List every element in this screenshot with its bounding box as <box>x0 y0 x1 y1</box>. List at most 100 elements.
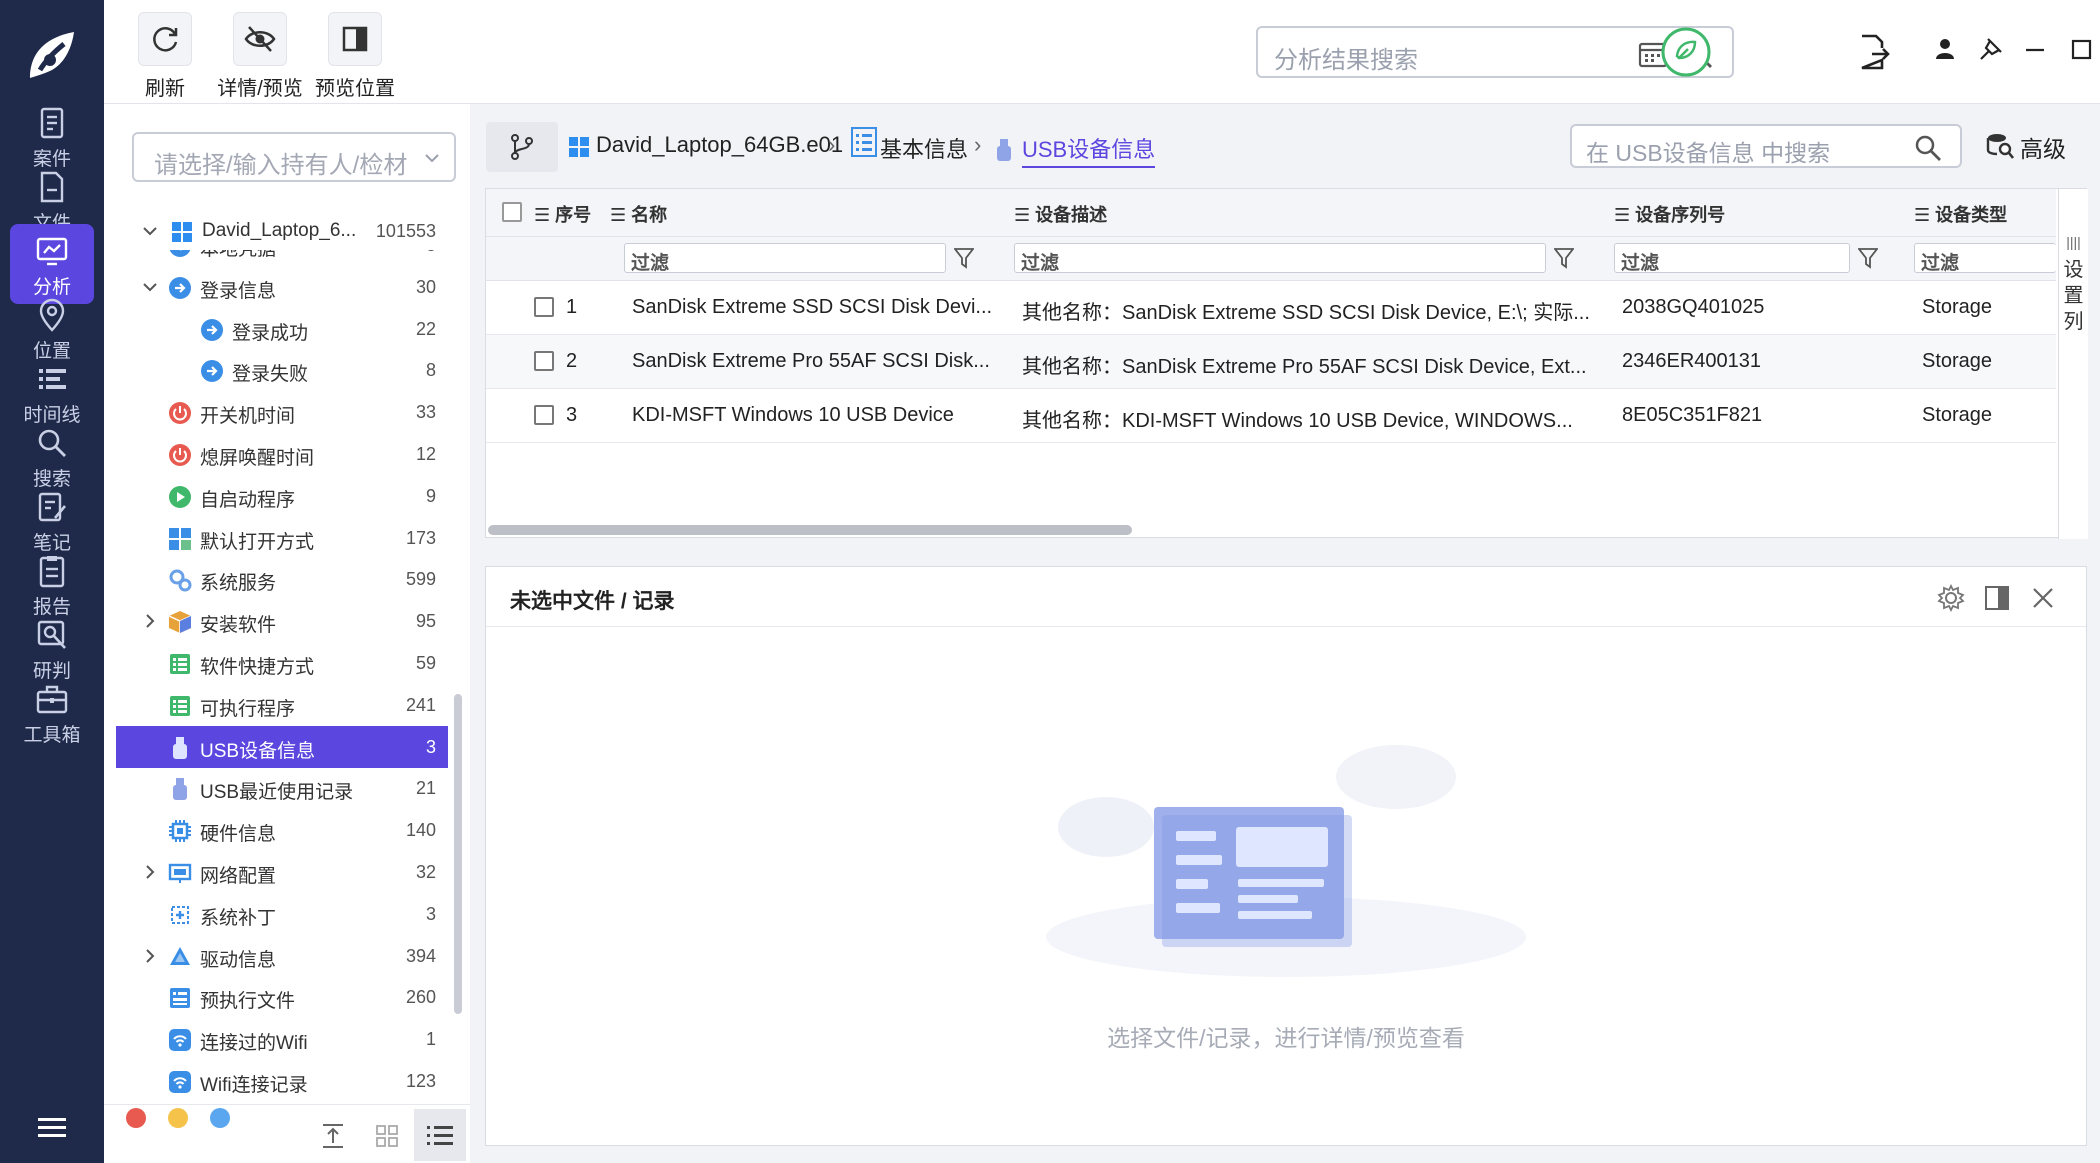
tree-item[interactable]: 开关机时间 33 <box>116 391 448 433</box>
tree-item[interactable]: 系统服务 599 <box>116 558 448 600</box>
tree-item[interactable]: 熄屏唤醒时间 12 <box>116 433 448 475</box>
table-horizontal-scrollbar[interactable] <box>488 525 1132 535</box>
file-icon <box>40 171 64 203</box>
row-checkbox[interactable] <box>534 351 554 371</box>
chevron-right-icon[interactable] <box>142 864 158 880</box>
collapse-all-icon[interactable] <box>320 1121 346 1151</box>
usb-search-input[interactable]: 在 USB设备信息 中搜索 <box>1570 124 1962 168</box>
tree-item[interactable]: 默认打开方式 173 <box>116 517 448 559</box>
cell-description: 其他名称：SanDisk Extreme Pro 55AF SCSI Disk … <box>1022 356 1587 378</box>
tree-item[interactable]: 软件快捷方式 59 <box>116 642 448 684</box>
column-settings-button[interactable]: |||| 设置列 <box>2058 189 2088 539</box>
tree-item[interactable]: 自启动程序 9 <box>116 475 448 517</box>
export-icon[interactable] <box>1858 34 1890 70</box>
tree-item[interactable]: 可执行程序 241 <box>116 684 448 726</box>
panel-right-icon[interactable] <box>1982 583 2012 613</box>
status-dot-blue[interactable] <box>210 1108 230 1128</box>
chevron-down-icon[interactable] <box>142 279 158 295</box>
chevron-down-icon[interactable] <box>142 223 158 239</box>
tree-item[interactable]: 预执行文件 260 <box>116 976 448 1018</box>
pin-icon[interactable] <box>1976 34 2006 64</box>
tree-item-label: 登录成功 <box>232 322 309 344</box>
column-header-description[interactable]: ☰ 设备描述 <box>1014 201 1107 227</box>
tree-footer <box>104 1104 470 1163</box>
breadcrumb-section[interactable]: 基本信息 <box>880 132 968 164</box>
tree-item[interactable]: 硬件信息 140 <box>116 809 448 851</box>
table-row[interactable]: 2 SanDisk Extreme Pro 55AF SCSI Disk... 其他… <box>486 335 2056 389</box>
report-icon <box>39 556 65 588</box>
refresh-button[interactable]: 刷新 <box>134 12 196 101</box>
branch-button[interactable] <box>486 122 558 172</box>
user-icon[interactable] <box>1930 34 1960 64</box>
chip-icon <box>169 820 191 843</box>
grid-view-icon[interactable] <box>374 1123 400 1149</box>
select-all-checkbox[interactable] <box>502 202 522 222</box>
tree-item[interactable]: 网络配置 32 <box>116 851 448 893</box>
filter-icon[interactable] <box>954 247 974 269</box>
breadcrumb-source[interactable]: David_Laptop_64GB.e01 <box>596 132 843 158</box>
details-preview-button[interactable]: 详情/预览 <box>210 12 310 101</box>
tree-item[interactable]: 安装软件 95 <box>116 600 448 642</box>
tree-item-label: 硬件信息 <box>200 824 277 846</box>
row-checkbox[interactable] <box>534 297 554 317</box>
filter-input-name[interactable]: 过滤 <box>624 243 946 274</box>
preview-position-label: 预览位置 <box>315 78 395 100</box>
cell-type: Storage <box>1922 296 1993 318</box>
column-header-name[interactable]: ☰ 名称 <box>610 201 667 227</box>
preview-empty-message: 选择文件/记录，进行详情/预览查看 <box>1107 1025 1465 1051</box>
preview-title: 未选中文件 / 记录 <box>510 590 675 613</box>
table-row[interactable]: 1 SanDisk Extreme SSD SCSI Disk Devi... 其他… <box>486 281 2056 335</box>
tree-item[interactable]: Wifi连接记录 123 <box>116 1060 448 1102</box>
cell-name: KDI-MSFT Windows 10 USB Device <box>632 404 954 426</box>
gear-icon[interactable] <box>1936 583 1966 613</box>
table-row[interactable]: 3 KDI-MSFT Windows 10 USB Device 其他名称：KDI-… <box>486 389 2056 443</box>
list-view-button[interactable] <box>414 1109 466 1161</box>
tree-item[interactable]: 驱动信息 394 <box>116 935 448 977</box>
menu-icon[interactable] <box>36 1114 68 1142</box>
search-icon[interactable] <box>1914 134 1942 162</box>
tree-item[interactable]: 登录失败 8 <box>116 349 448 391</box>
breadcrumb-current[interactable]: USB设备信息 <box>1022 132 1156 168</box>
minimize-icon[interactable] <box>2020 34 2050 64</box>
tree-item[interactable]: 登录成功 22 <box>116 308 448 350</box>
cell-name: SanDisk Extreme Pro 55AF SCSI Disk... <box>632 350 990 372</box>
filter-input-type[interactable]: 过滤 <box>1914 243 2056 274</box>
tree-root[interactable]: David_Laptop_6... 101553 <box>116 210 448 252</box>
close-icon[interactable] <box>2028 583 2058 613</box>
cell-index: 1 <box>566 296 578 318</box>
column-settings-label: 设置列 <box>2063 259 2084 333</box>
tree-item[interactable]: 登录信息 30 <box>116 266 448 308</box>
tree-item[interactable]: USB设备信息 3 <box>116 725 448 768</box>
filter-icon[interactable] <box>1554 247 1574 269</box>
tree-item[interactable]: USB最近使用记录 21 <box>116 767 448 809</box>
chevron-right-icon[interactable] <box>142 613 158 629</box>
tree-item-label: 系统服务 <box>200 573 277 595</box>
shield-status-icon[interactable] <box>1660 26 1712 78</box>
cell-description: 其他名称：SanDisk Extreme SSD SCSI Disk Devic… <box>1022 302 1590 324</box>
chevron-right-icon[interactable] <box>142 948 158 964</box>
column-header-serial[interactable]: ☰ 设备序列号 <box>1614 201 1725 227</box>
maximize-icon[interactable] <box>2066 34 2096 64</box>
filter-input-serial[interactable]: 过滤 <box>1614 243 1850 274</box>
timeline-icon <box>39 369 66 389</box>
login-success-icon <box>201 318 223 341</box>
filter-icon[interactable] <box>1858 247 1878 269</box>
cell-type: Storage <box>1922 350 1993 372</box>
preview-position-button[interactable]: 预览位置 <box>310 12 400 101</box>
table-header: ☰ 序号 ☰ 名称 ☰ 设备描述 ☰ 设备序列号 ☰ 设备类型 <box>486 189 2056 237</box>
tree-item[interactable]: 系统补丁 3 <box>116 893 448 935</box>
tree-item-count: 95 <box>415 611 436 632</box>
tree-item[interactable]: 连接过的Wifi 1 <box>116 1018 448 1060</box>
holder-select[interactable]: 请选择/输入持有人/检材 <box>132 132 456 182</box>
column-header-index[interactable]: ☰ 序号 <box>534 201 591 227</box>
tree-scrollbar[interactable] <box>454 694 462 1014</box>
row-checkbox[interactable] <box>534 405 554 425</box>
package-icon <box>168 611 192 634</box>
nav-item[interactable]: 工具箱 <box>10 672 94 752</box>
status-dot-yellow[interactable] <box>168 1108 188 1128</box>
filter-input-description[interactable]: 过滤 <box>1014 243 1546 274</box>
tree-item-label: 驱动信息 <box>200 949 277 971</box>
branch-icon <box>511 134 533 160</box>
column-header-type[interactable]: ☰ 设备类型 <box>1914 201 2007 227</box>
status-dot-red[interactable] <box>126 1108 146 1128</box>
